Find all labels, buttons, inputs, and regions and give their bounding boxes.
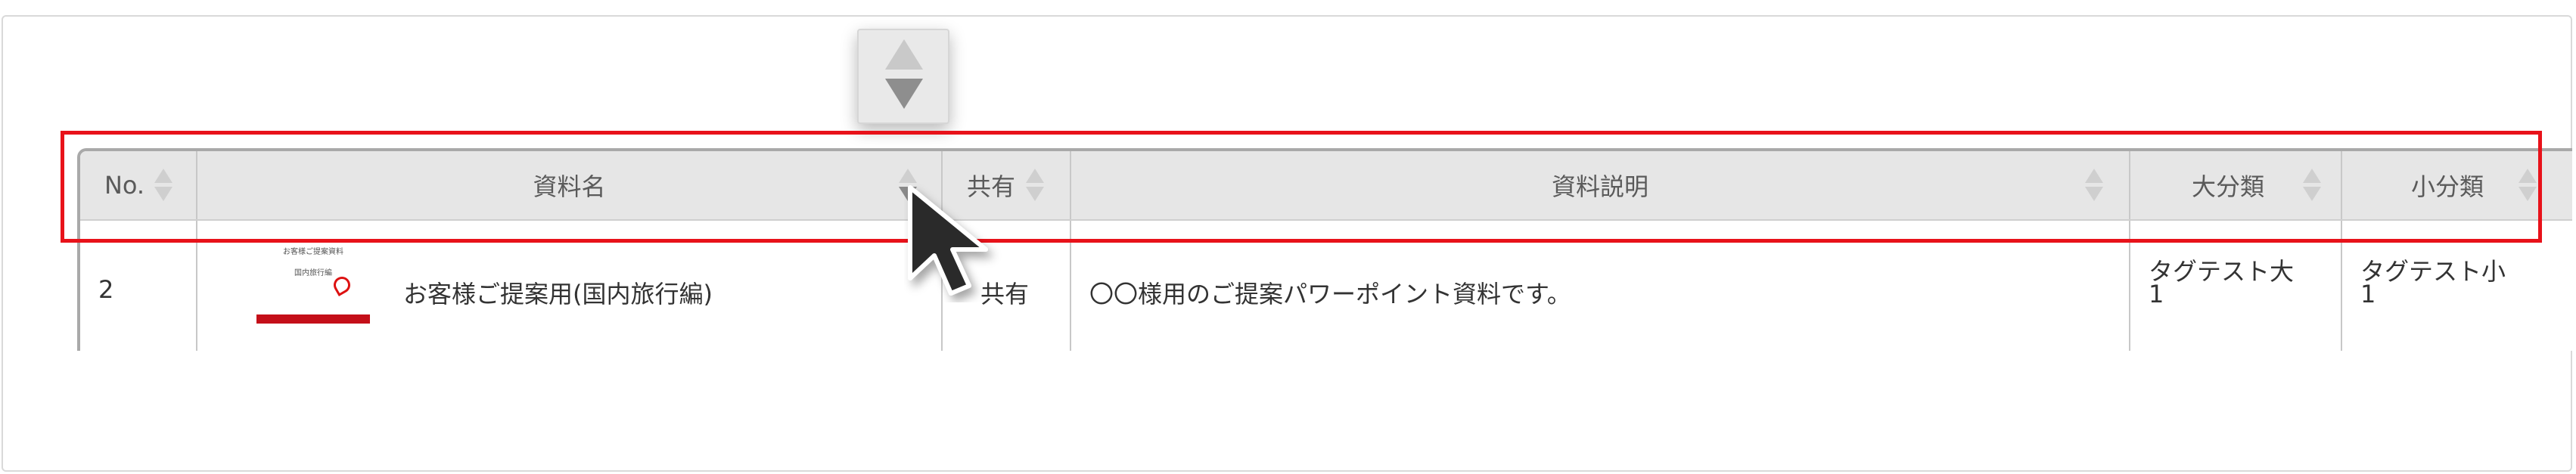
sort-up-icon[interactable] bbox=[885, 39, 923, 70]
table-header-row: No. 資料名 共有 資料説明 大分類 小分類 bbox=[80, 151, 2572, 221]
table-row[interactable]: 2 お客様ご提案資料 国内旅行編 お客様ご提案用(国内旅行編) 共有 〇〇様用の… bbox=[80, 221, 2572, 351]
row-name-cell[interactable]: お客様ご提案資料 国内旅行編 お客様ご提案用(国内旅行編) bbox=[197, 221, 943, 351]
row-no-cell: 2 bbox=[80, 221, 197, 351]
document-table: No. 資料名 共有 資料説明 大分類 小分類 2 お客様ご提案資料 国内旅行編… bbox=[77, 148, 2572, 351]
column-header-label: 小分類 bbox=[2410, 172, 2484, 201]
minor-category-tag: タグテスト小 1 bbox=[2360, 257, 2506, 308]
column-header-minor-category[interactable]: 小分類 bbox=[2342, 151, 2572, 219]
row-description-cell: 〇〇様用のご提案パワーポイント資料です。 bbox=[1071, 221, 2130, 351]
column-header-description[interactable]: 資料説明 bbox=[1071, 151, 2130, 219]
document-name-link[interactable]: お客様ご提案用(国内旅行編) bbox=[403, 275, 713, 310]
sort-icon[interactable] bbox=[1026, 169, 1044, 202]
row-major-category-cell: タグテスト大 1 bbox=[2130, 221, 2342, 351]
sort-icon[interactable] bbox=[2085, 169, 2103, 202]
sort-down-icon[interactable] bbox=[885, 79, 923, 109]
document-description: 〇〇様用のご提案パワーポイント資料です。 bbox=[1089, 280, 1571, 308]
column-header-label: 資料説明 bbox=[1551, 172, 1648, 201]
column-header-label: 大分類 bbox=[2191, 172, 2264, 201]
column-header-no[interactable]: No. bbox=[80, 151, 197, 219]
row-minor-category-cell: タグテスト小 1 bbox=[2342, 221, 2572, 351]
document-thumbnail[interactable]: お客様ご提案資料 国内旅行編 bbox=[256, 240, 370, 324]
row-no: 2 bbox=[98, 275, 114, 304]
sort-icon[interactable] bbox=[2519, 169, 2537, 202]
sort-icon[interactable] bbox=[2303, 169, 2321, 202]
sort-icon[interactable] bbox=[154, 169, 172, 202]
sort-toggle-popup[interactable] bbox=[857, 29, 949, 124]
arrow-cursor-icon bbox=[908, 185, 988, 296]
thumbnail-bar bbox=[256, 314, 370, 324]
major-category-tag: タグテスト大 1 bbox=[2149, 257, 2295, 308]
column-header-major-category[interactable]: 大分類 bbox=[2130, 151, 2342, 219]
column-header-label: 資料名 bbox=[533, 172, 606, 201]
thumbnail-title: お客様ご提案資料 bbox=[283, 248, 343, 256]
column-header-label: No. bbox=[104, 171, 145, 200]
thumbnail-subtitle: 国内旅行編 bbox=[294, 269, 332, 277]
column-header-name[interactable]: 資料名 bbox=[197, 151, 943, 219]
